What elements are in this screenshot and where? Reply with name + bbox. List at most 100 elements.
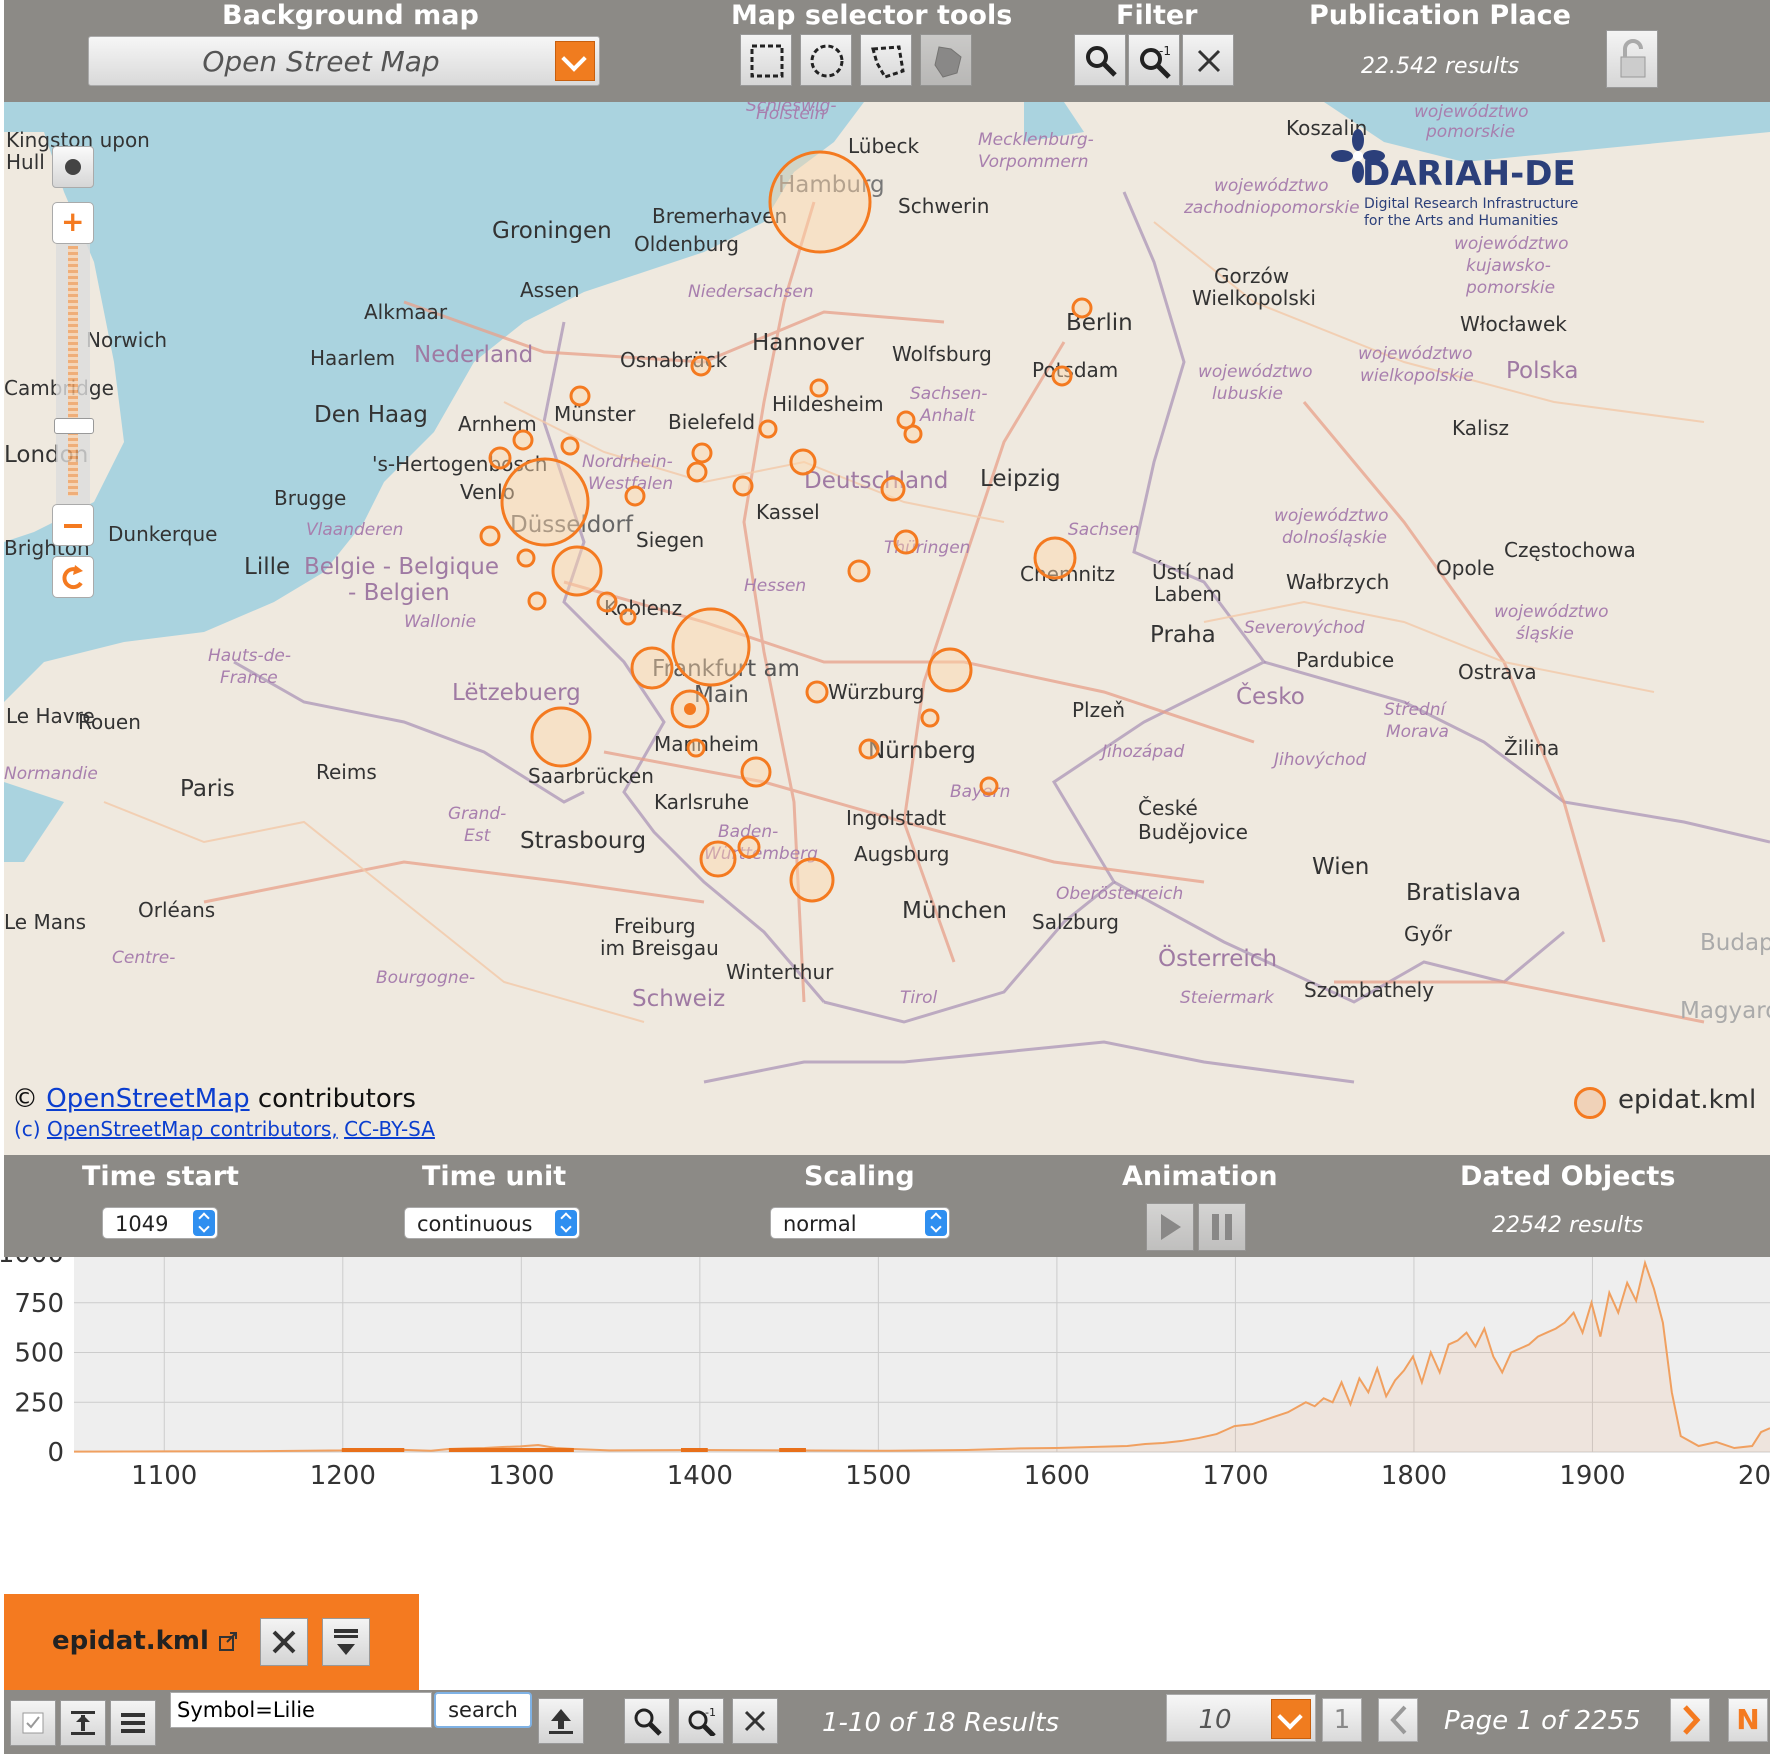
table-inverse-filter-button[interactable]: -1 (678, 1698, 724, 1744)
filter-clear-button[interactable] (1182, 34, 1234, 86)
page-indicator: Page 1 of 2255 (1444, 1706, 1641, 1736)
place-marker[interactable] (920, 708, 940, 728)
place-marker[interactable] (488, 446, 512, 470)
time-unit-select[interactable]: continuous (404, 1207, 580, 1239)
time-start-select[interactable]: 1049 (102, 1207, 218, 1239)
map-view[interactable]: Schleswig- Holstein Lübeck Mecklenburg- … (4, 102, 1770, 1155)
place-marker[interactable] (596, 591, 618, 613)
first-page-label: 1 (1333, 1705, 1351, 1735)
place-marker[interactable] (527, 591, 547, 611)
zoom-in-button[interactable]: + (52, 202, 94, 244)
place-marker[interactable] (551, 545, 603, 597)
place-marker[interactable] (619, 608, 637, 626)
play-icon (1161, 1214, 1181, 1240)
place-marker[interactable] (927, 647, 973, 693)
zoom-out-button[interactable] (52, 504, 94, 546)
place-marker[interactable] (732, 475, 754, 497)
polygon-select-tool[interactable] (860, 34, 912, 86)
place-marker[interactable] (512, 429, 534, 451)
place-marker[interactable] (560, 436, 580, 456)
place-marker[interactable] (809, 378, 829, 398)
place-marker[interactable] (691, 442, 713, 464)
place-marker[interactable] (737, 835, 761, 859)
scaling-select[interactable]: normal (770, 1207, 950, 1239)
place-marker[interactable] (805, 680, 829, 704)
selected-range-mark (779, 1448, 806, 1452)
background-map-select[interactable]: Open Street Map (88, 36, 600, 86)
place-marker[interactable] (624, 485, 646, 507)
place-marker[interactable] (1033, 536, 1077, 580)
table-search-input[interactable] (170, 1692, 432, 1728)
lock-button[interactable] (1606, 30, 1658, 88)
place-marker[interactable] (686, 461, 708, 483)
place-marker[interactable] (768, 150, 872, 254)
filter-zoom-button[interactable] (1074, 34, 1126, 86)
place-marker[interactable] (690, 355, 712, 377)
country-select-tool[interactable] (920, 34, 972, 86)
openstreetmap-link[interactable]: OpenStreetMap (46, 1084, 249, 1114)
place-marker[interactable] (893, 529, 919, 555)
map-dot-button[interactable] (52, 146, 94, 188)
collapse-table-button[interactable] (60, 1700, 106, 1746)
first-page-button[interactable]: 1 (1322, 1698, 1362, 1742)
prev-page-button[interactable] (1378, 1698, 1418, 1742)
export-dataset-button[interactable] (322, 1618, 370, 1666)
play-button[interactable] (1146, 1203, 1194, 1251)
place-marker[interactable] (686, 738, 706, 758)
x-tick-label: 1300 (488, 1461, 554, 1491)
place-marker[interactable] (847, 559, 871, 583)
upload-icon (549, 1709, 573, 1734)
place-marker[interactable] (516, 548, 536, 568)
external-link-icon[interactable] (218, 1632, 238, 1652)
pause-button[interactable] (1198, 1203, 1246, 1251)
dataset-tab[interactable]: epidat.kml (4, 1594, 419, 1690)
publication-place-markers[interactable] (4, 102, 1770, 1155)
table-filter-button[interactable] (624, 1698, 670, 1744)
place-marker[interactable] (880, 476, 906, 502)
place-marker[interactable] (500, 457, 590, 547)
place-marker[interactable] (530, 706, 592, 768)
chevron-left-icon (1390, 1705, 1407, 1735)
last-page-button[interactable]: N (1728, 1698, 1768, 1742)
zoom-slider-handle[interactable] (54, 418, 94, 434)
table-clear-filter-button[interactable] (732, 1698, 778, 1744)
select-all-checkbox[interactable] (10, 1700, 56, 1746)
place-marker[interactable] (740, 756, 772, 788)
time-start-value: 1049 (115, 1212, 169, 1236)
zoom-reset-button[interactable] (52, 556, 94, 598)
place-marker[interactable] (903, 424, 923, 444)
place-marker[interactable] (630, 646, 674, 690)
place-marker[interactable] (671, 607, 751, 687)
place-marker[interactable] (1051, 365, 1073, 387)
list-view-button[interactable] (110, 1700, 156, 1746)
x-tick-label: 2000 (1738, 1461, 1770, 1491)
place-marker[interactable] (758, 419, 778, 439)
circle-select-tool[interactable] (800, 34, 852, 86)
cc-by-sa-link[interactable]: CC-BY-SA (344, 1117, 435, 1141)
search-button[interactable]: search (434, 1692, 532, 1728)
chevron-down-icon[interactable] (1271, 1699, 1311, 1739)
place-marker[interactable] (979, 776, 999, 796)
place-marker[interactable] (789, 448, 817, 476)
y-tick-label: 250 (14, 1388, 64, 1418)
zoom-slider-track[interactable] (56, 206, 90, 546)
upload-button[interactable] (538, 1698, 584, 1744)
place-marker[interactable] (789, 857, 835, 903)
place-marker[interactable] (858, 738, 880, 760)
attribution-suffix: contributors (257, 1084, 416, 1114)
search-icon (1086, 46, 1117, 77)
place-marker[interactable] (479, 525, 501, 547)
place-marker[interactable] (569, 385, 591, 407)
next-page-button[interactable] (1670, 1698, 1710, 1742)
scaling-label: Scaling (804, 1161, 915, 1192)
filter-inverse-button[interactable]: -1 (1128, 34, 1180, 86)
remove-dataset-button[interactable] (260, 1618, 308, 1666)
place-marker[interactable] (699, 840, 737, 878)
place-marker[interactable] (1071, 297, 1093, 319)
chevron-down-icon[interactable] (555, 41, 595, 81)
timeline-chart[interactable]: 0 250 500 750 1000 1100 1200 1300 1400 1500 1600 17… (0, 1257, 1770, 1517)
page-size-select[interactable]: 10 (1166, 1694, 1316, 1742)
square-select-tool[interactable] (740, 34, 792, 86)
osm-contributors-link[interactable]: OpenStreetMap contributors, (47, 1117, 338, 1141)
dot-icon (65, 159, 81, 175)
